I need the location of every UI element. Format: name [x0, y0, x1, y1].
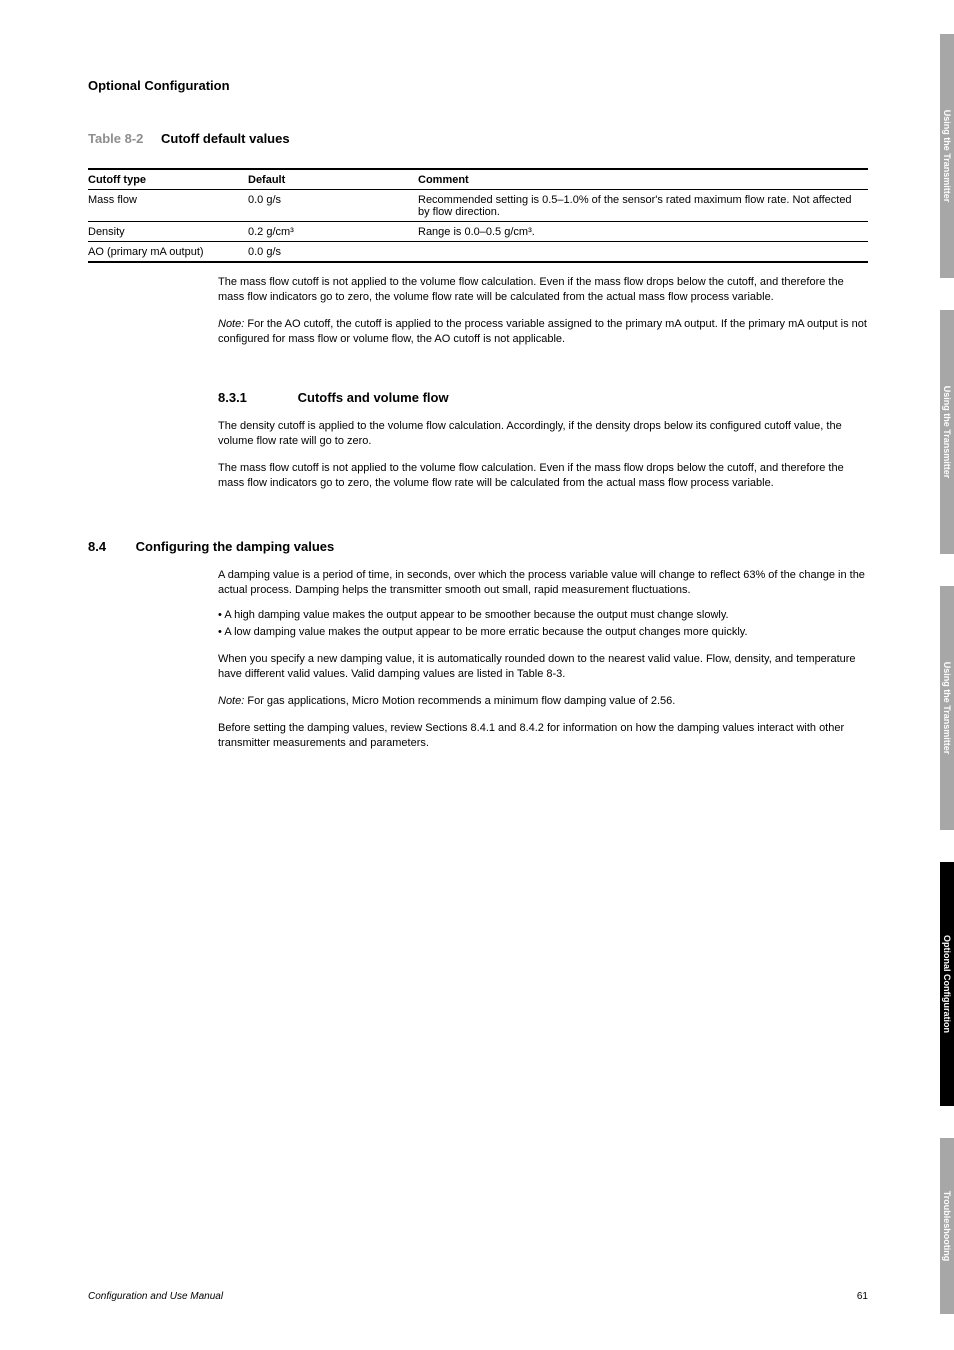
note-text: For the AO cutoff, the cutoff is applied… — [218, 318, 867, 345]
table-caption: Table 8-2 Cutoff default values — [88, 131, 868, 146]
cutoff-table: Cutoff type Default Comment Mass flow 0.… — [88, 168, 868, 263]
side-tab: Using the Transmitter — [940, 586, 954, 830]
heading-title: Configuring the damping values — [136, 539, 335, 554]
after-table-para: The mass flow cutoff is not applied to t… — [218, 275, 868, 305]
table-cell: 0.0 g/s — [248, 242, 418, 263]
side-tab-label: Using the Transmitter — [942, 110, 952, 203]
side-tab: Troubleshooting — [940, 1138, 954, 1314]
side-tab: Using the Transmitter — [940, 310, 954, 554]
table-header: Default — [248, 169, 418, 190]
table-cell — [418, 242, 868, 263]
table-caption-label: Table 8-2 — [88, 131, 143, 146]
heading-number: 8.4 — [88, 539, 132, 554]
side-tab-label: Using the Transmitter — [942, 386, 952, 479]
note-block: Note: For the AO cutoff, the cutoff is a… — [218, 317, 868, 347]
table-cell: Density — [88, 222, 248, 242]
side-tab: Using the Transmitter — [940, 34, 954, 278]
note-label: Note: — [218, 695, 244, 707]
body-text: When you specify a new damping value, it… — [218, 652, 868, 682]
table-header: Comment — [418, 169, 868, 190]
note-block: Note: For gas applications, Micro Motion… — [218, 694, 868, 709]
table-cell: Mass flow — [88, 190, 248, 222]
side-tab-label: Optional Configuration — [942, 935, 952, 1033]
body-text: The density cutoff is applied to the vol… — [218, 419, 868, 449]
footer-left: Configuration and Use Manual — [88, 1291, 223, 1302]
table-cell: 0.0 g/s — [248, 190, 418, 222]
heading-title: Cutoffs and volume flow — [298, 390, 449, 405]
table-caption-title: Cutoff default values — [161, 131, 290, 146]
page-number: 61 — [857, 1291, 868, 1302]
list-item: A high damping value makes the output ap… — [218, 607, 868, 624]
note-label: Note: — [218, 318, 244, 330]
heading-8-4: 8.4 Configuring the damping values — [88, 539, 868, 554]
running-head: Optional Configuration — [88, 78, 868, 93]
table-cell: Recommended setting is 0.5–1.0% of the s… — [418, 190, 868, 222]
table-cell: Range is 0.0–0.5 g/cm³. — [418, 222, 868, 242]
body-text: Before setting the damping values, revie… — [218, 721, 868, 751]
body-text: The mass flow cutoff is not applied to t… — [218, 461, 868, 491]
footer: Configuration and Use Manual 61 — [88, 1291, 868, 1302]
heading-8-3-1: 8.3.1 Cutoffs and volume flow — [218, 390, 868, 405]
side-tab-active: Optional Configuration — [940, 862, 954, 1106]
heading-number: 8.3.1 — [218, 390, 294, 405]
table-header: Cutoff type — [88, 169, 248, 190]
table-row: Mass flow 0.0 g/s Recommended setting is… — [88, 190, 868, 222]
side-tab-label: Troubleshooting — [942, 1191, 952, 1262]
side-tab-label: Using the Transmitter — [942, 662, 952, 755]
table-cell: AO (primary mA output) — [88, 242, 248, 263]
bullet-list: A high damping value makes the output ap… — [218, 607, 868, 640]
note-text: For gas applications, Micro Motion recom… — [247, 695, 675, 707]
table-row: Density 0.2 g/cm³ Range is 0.0–0.5 g/cm³… — [88, 222, 868, 242]
side-tabs: Using the Transmitter Using the Transmit… — [914, 0, 954, 1350]
table-row: AO (primary mA output) 0.0 g/s — [88, 242, 868, 263]
table-cell: 0.2 g/cm³ — [248, 222, 418, 242]
body-text: A damping value is a period of time, in … — [218, 568, 868, 598]
list-item: A low damping value makes the output app… — [218, 624, 868, 641]
